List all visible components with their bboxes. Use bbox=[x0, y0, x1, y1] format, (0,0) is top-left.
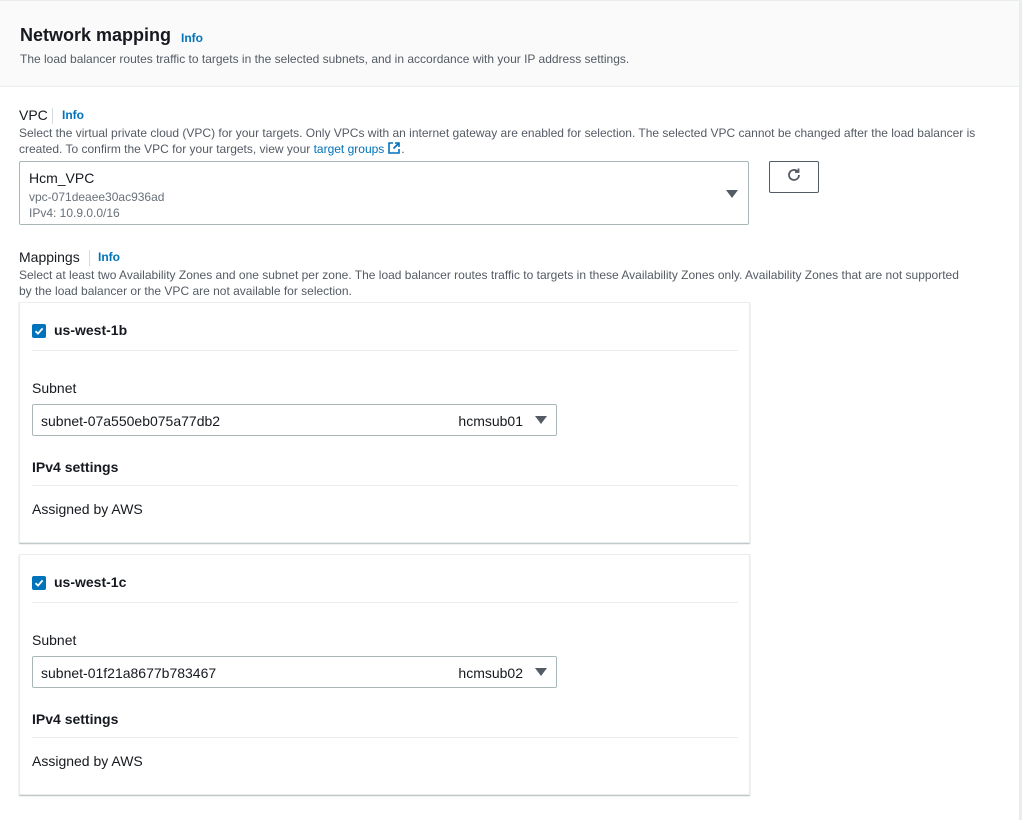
subnet-label: Subnet bbox=[32, 632, 77, 648]
refresh-icon bbox=[786, 167, 802, 188]
az-checkbox-us-west-1c[interactable] bbox=[32, 576, 46, 590]
subnet-name: hcmsub02 bbox=[458, 665, 523, 681]
subnet-select[interactable]: subnet-01f21a8677b783467 hcmsub02 bbox=[32, 656, 557, 688]
ipv4-settings-title: IPv4 settings bbox=[32, 711, 119, 727]
external-link-icon[interactable] bbox=[387, 141, 401, 159]
card-divider bbox=[32, 737, 738, 738]
subnet-label: Subnet bbox=[32, 380, 77, 396]
az-name: us-west-1b bbox=[54, 322, 128, 338]
az-card-us-west-1b: us-west-1b Subnet subnet-07a550eb075a77d… bbox=[19, 302, 750, 543]
az-checkbox-us-west-1b[interactable] bbox=[32, 324, 46, 338]
refresh-button[interactable] bbox=[769, 161, 819, 193]
vpc-info-link[interactable]: Info bbox=[62, 108, 84, 122]
checkmark-icon bbox=[34, 327, 44, 335]
caret-down-icon bbox=[535, 668, 547, 676]
ipv4-settings-value: Assigned by AWS bbox=[32, 501, 143, 517]
page-title: Network mapping bbox=[20, 25, 172, 45]
vpc-description: Select the virtual private cloud (VPC) f… bbox=[19, 125, 1009, 159]
az-card-us-west-1c: us-west-1c Subnet subnet-01f21a8677b7834… bbox=[19, 554, 750, 795]
vpc-selected-name: Hcm_VPC bbox=[29, 170, 95, 186]
vpc-description-line1: Select the virtual private cloud (VPC) f… bbox=[19, 126, 976, 140]
vpc-label-divider bbox=[52, 108, 53, 124]
mappings-info-link[interactable]: Info bbox=[98, 250, 120, 264]
card-divider bbox=[32, 350, 738, 351]
caret-down-icon bbox=[726, 190, 738, 198]
ipv4-settings-title: IPv4 settings bbox=[32, 459, 119, 475]
target-groups-link[interactable]: target groups bbox=[314, 142, 385, 156]
ipv4-settings-value: Assigned by AWS bbox=[32, 753, 143, 769]
vpc-description-period: . bbox=[401, 142, 405, 156]
caret-down-icon bbox=[535, 416, 547, 424]
mappings-label-divider bbox=[89, 250, 90, 266]
az-name: us-west-1c bbox=[54, 574, 127, 590]
network-mapping-header: Network mapping Info The load balancer r… bbox=[0, 0, 1022, 87]
subnet-id: subnet-07a550eb075a77db2 bbox=[41, 413, 221, 429]
mappings-description: Select at least two Availability Zones a… bbox=[19, 267, 1009, 299]
vpc-selected-id: vpc-071deaee30ac936ad bbox=[29, 190, 165, 204]
subnet-id: subnet-01f21a8677b783467 bbox=[41, 665, 217, 681]
vpc-description-line2: created. To confirm the VPC for your tar… bbox=[19, 141, 1009, 159]
vpc-description-text: created. To confirm the VPC for your tar… bbox=[19, 142, 314, 156]
network-mapping-info-link[interactable]: Info bbox=[181, 31, 203, 45]
mappings-description-line1: Select at least two Availability Zones a… bbox=[19, 268, 959, 282]
network-mapping-description: The load balancer routes traffic to targ… bbox=[20, 52, 630, 66]
subnet-select[interactable]: subnet-07a550eb075a77db2 hcmsub01 bbox=[32, 404, 557, 436]
vpc-select[interactable]: Hcm_VPC vpc-071deaee30ac936ad IPv4: 10.9… bbox=[19, 161, 749, 225]
checkmark-icon bbox=[34, 579, 44, 587]
card-divider bbox=[32, 602, 738, 603]
vpc-label: VPC bbox=[19, 107, 48, 123]
vpc-selected-cidr: IPv4: 10.9.0.0/16 bbox=[29, 206, 120, 220]
mappings-description-line2: by the load balancer or the VPC are not … bbox=[19, 284, 352, 298]
subnet-name: hcmsub01 bbox=[458, 413, 523, 429]
card-divider bbox=[32, 485, 738, 486]
mappings-label: Mappings bbox=[19, 249, 80, 265]
